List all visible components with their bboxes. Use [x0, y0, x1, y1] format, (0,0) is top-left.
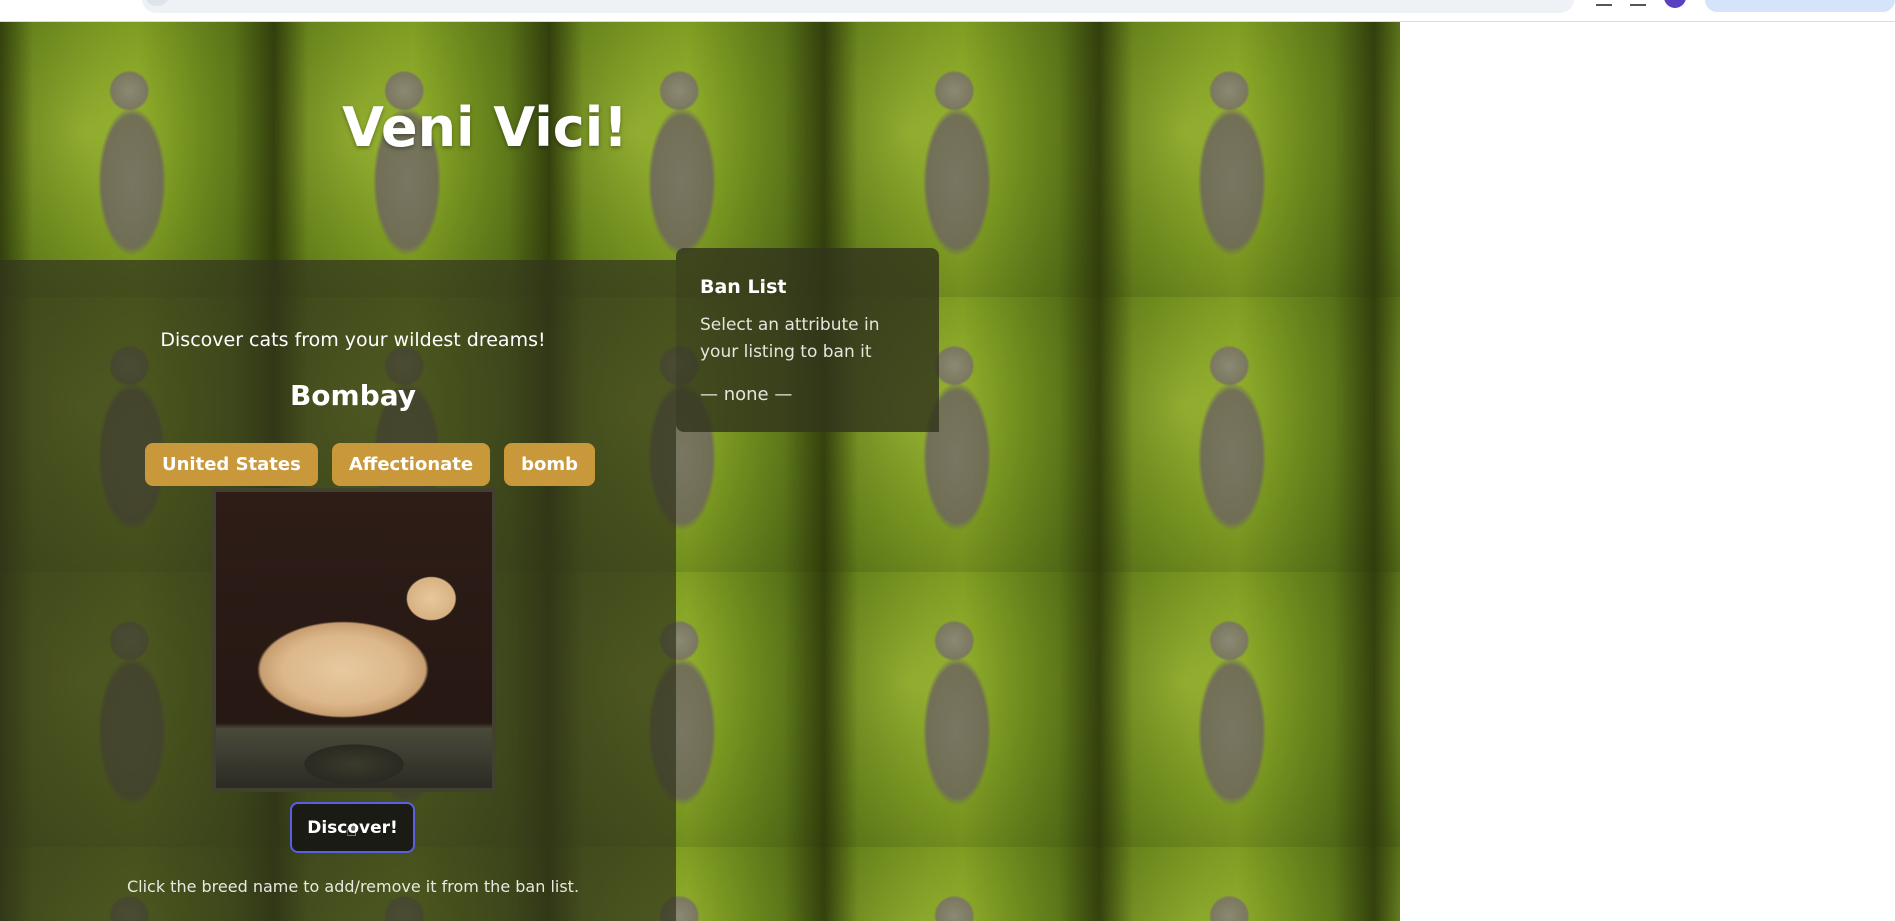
ban-list-panel: Ban List Select an attribute in your lis… — [676, 248, 939, 432]
ban-list-help: Select an attribute in your listing to b… — [700, 315, 880, 362]
menu-icon[interactable] — [1630, 0, 1646, 6]
cat-image — [216, 492, 492, 788]
tagline: Discover cats from your wildest dreams! — [160, 329, 546, 351]
browser-toolbar: ☆ — [0, 0, 1895, 22]
attribute-buttons: United States Affectionate bomb — [145, 443, 596, 486]
extensions-icon[interactable] — [1596, 0, 1612, 6]
attribute-origin-button[interactable]: United States — [145, 443, 318, 486]
app-background: Veni Vici! Discover cats from your wilde… — [0, 22, 1400, 921]
profile-avatar[interactable] — [1664, 0, 1686, 8]
breed-name[interactable]: Bombay — [0, 379, 706, 412]
attribute-id-button[interactable]: bomb — [504, 443, 596, 486]
address-bar[interactable]: ☆ — [142, 0, 1574, 13]
browser-action-pill[interactable] — [1705, 0, 1895, 12]
ban-list-title: Ban List — [700, 276, 787, 298]
discover-button[interactable]: Discover! — [290, 802, 415, 853]
bookmark-star-icon[interactable]: ☆ — [1542, 0, 1552, 3]
ban-list-empty: — none — — [700, 384, 793, 405]
site-info-icon[interactable] — [146, 0, 168, 6]
page-title: Veni Vici! — [342, 96, 628, 159]
cat-image-frame — [212, 488, 496, 792]
browser-actions — [1596, 0, 1686, 8]
helper-text: Click the breed name to add/remove it fr… — [126, 877, 580, 896]
attribute-temperament-button[interactable]: Affectionate — [331, 443, 491, 486]
